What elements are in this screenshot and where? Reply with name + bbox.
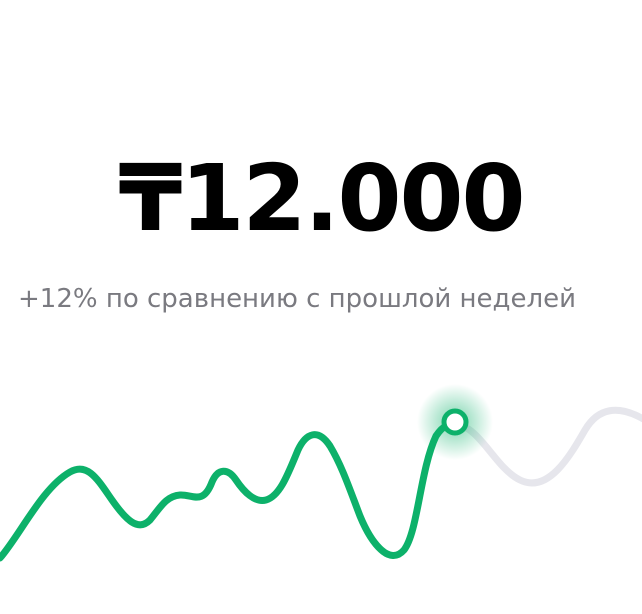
balance-amount: ₸12.000	[118, 145, 525, 252]
sparkline-chart	[0, 384, 642, 562]
active-point-marker[interactable]	[441, 408, 469, 436]
weekly-comparison-text: +12% по сравнению с прошлой неделей	[18, 284, 577, 314]
sparkline-past-line	[0, 420, 459, 562]
